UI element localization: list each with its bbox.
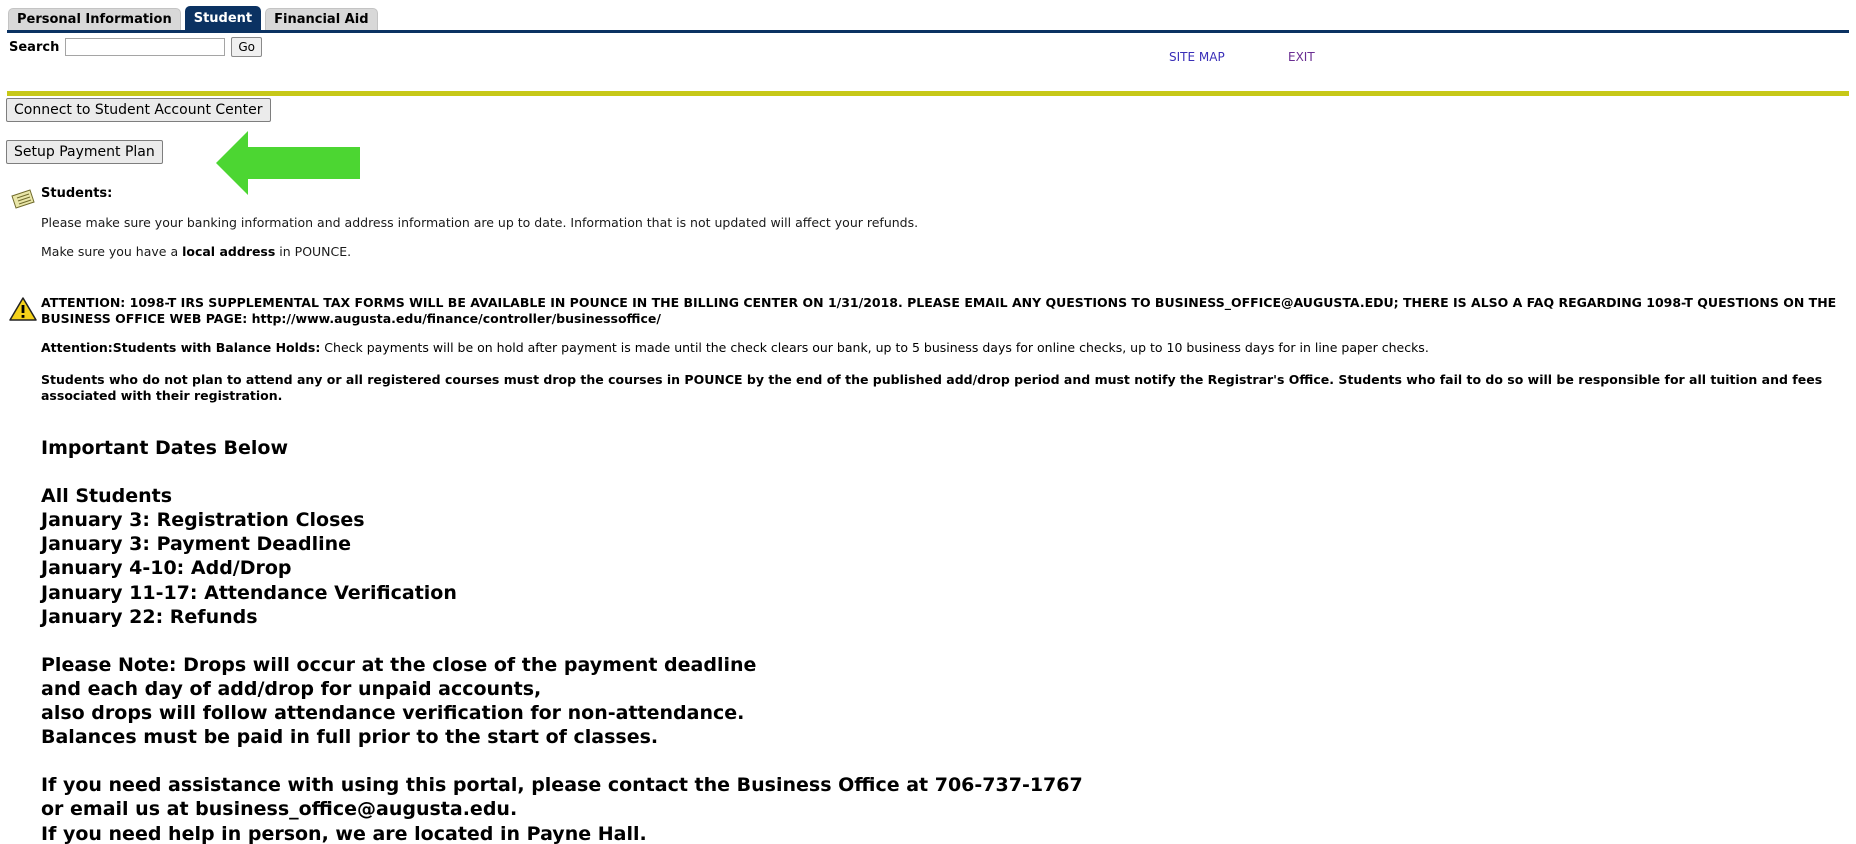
local-address-bold: local address [182, 244, 276, 259]
local-address-prefix: Make sure you have a [41, 244, 183, 259]
important-dates-heading: Important Dates Below [41, 437, 288, 459]
note-line: also drops will follow attendance verifi… [41, 702, 745, 725]
date-item: January 4-10: Add/Drop [41, 557, 292, 580]
date-item: January 3: Payment Deadline [41, 533, 352, 556]
tab-underline [7, 30, 1849, 33]
note-line: Please Note: Drops will occur at the clo… [41, 653, 757, 676]
contact-line: or email us at business_office@augusta.e… [41, 798, 518, 821]
tab-personal-information[interactable]: Personal Information [8, 8, 181, 30]
note-line: Balances must be paid in full prior to t… [41, 726, 659, 749]
contact-line: If you need help in person, we are locat… [41, 822, 647, 844]
search-label: Search [9, 39, 60, 55]
local-address-suffix: in POUNCE. [275, 244, 352, 259]
main-tabs: Personal Information Student Financial A… [8, 6, 378, 30]
date-item: January 11-17: Attendance Verification [41, 581, 457, 604]
site-map-link[interactable]: SITE MAP [1169, 50, 1225, 64]
info-note-icon [11, 189, 35, 209]
tax-form-notice: ATTENTION: 1098-T IRS SUPPLEMENTAL TAX F… [41, 295, 1837, 326]
drop-courses-notice: Students who do not plan to attend any o… [41, 372, 1823, 403]
banking-info-notice: Please make sure your banking informatio… [41, 215, 919, 230]
setup-payment-plan-button[interactable]: Setup Payment Plan [6, 140, 163, 164]
important-dates: Important Dates Below All Students Janua… [41, 436, 1741, 844]
tab-student[interactable]: Student [184, 6, 262, 30]
accent-divider [7, 91, 1849, 96]
balance-holds-text: Check payments will be on hold after pay… [320, 340, 1429, 355]
balance-holds-label: Attention:Students with Balance Holds: [41, 340, 321, 355]
student-account-center-button[interactable]: Connect to Student Account Center [6, 98, 271, 122]
green-left-arrow-icon [216, 131, 360, 195]
local-address-notice: Make sure you have a local address in PO… [41, 244, 351, 259]
balance-holds-notice: Attention:Students with Balance Holds: C… [41, 340, 1841, 356]
page: Personal Information Student Financial A… [0, 0, 1856, 844]
search-bar: Search Go [9, 36, 262, 58]
tab-financial-aid[interactable]: Financial Aid [265, 8, 378, 30]
search-go-button[interactable]: Go [231, 37, 262, 57]
note-line: and each day of add/drop for unpaid acco… [41, 677, 542, 700]
date-item: January 22: Refunds [41, 605, 258, 628]
warning-triangle-icon [9, 297, 37, 321]
exit-link[interactable]: EXIT [1288, 50, 1315, 64]
all-students-heading: All Students [41, 485, 173, 508]
contact-line: If you need assistance with using this p… [41, 774, 1083, 797]
students-heading: Students: [41, 186, 113, 201]
search-input[interactable] [65, 38, 226, 56]
date-item: January 3: Registration Closes [41, 509, 365, 532]
